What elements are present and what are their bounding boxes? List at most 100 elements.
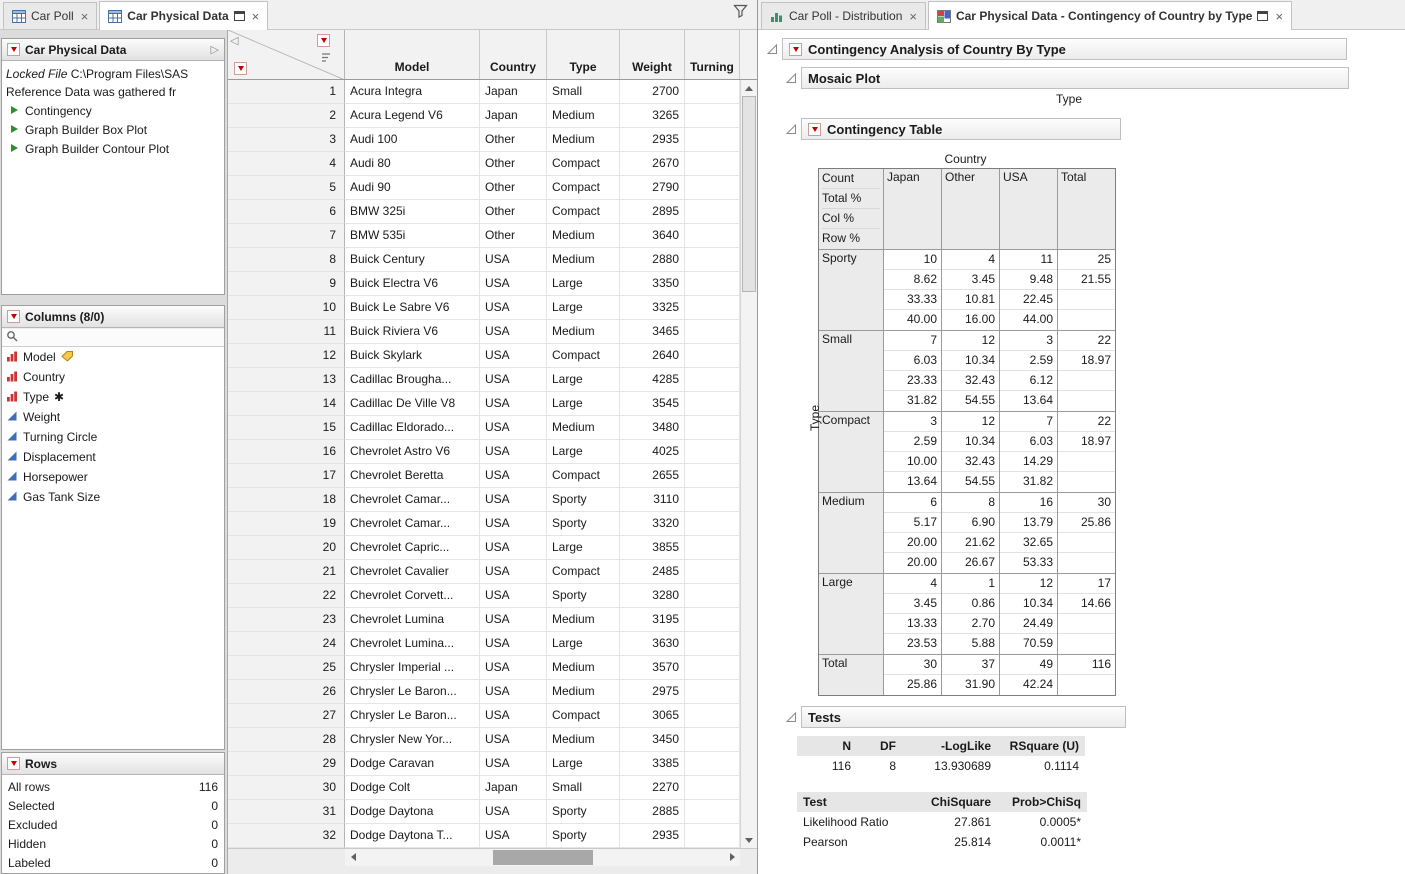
grid-cell[interactable]: Sporty	[547, 824, 620, 848]
table-script-0[interactable]: Contingency	[6, 101, 220, 120]
table-row[interactable]: 4Audi 80OtherCompact2670	[228, 152, 740, 176]
table-row[interactable]: 21Chevrolet CavalierUSACompact2485	[228, 560, 740, 584]
grid-cell[interactable]: USA	[480, 560, 547, 584]
column-item-horsepower[interactable]: Horsepower	[2, 467, 224, 487]
table-row[interactable]: 20Chevrolet Capric...USALarge3855	[228, 536, 740, 560]
columns-menu-icon[interactable]	[317, 34, 330, 47]
grid-cell[interactable]	[685, 728, 740, 752]
grid-cell[interactable]: Chevrolet Camar...	[345, 512, 480, 536]
grid-cell[interactable]: Chevrolet Lumina	[345, 608, 480, 632]
grid-cell[interactable]: USA	[480, 272, 547, 296]
mosaic-title-bar[interactable]: Mosaic Plot	[801, 67, 1349, 89]
grid-cell[interactable]: USA	[480, 584, 547, 608]
rows-stat-4[interactable]: Labeled0	[8, 853, 218, 872]
horizontal-scroll-track[interactable]	[361, 849, 724, 866]
columns-search-input[interactable]	[2, 328, 224, 347]
grid-cell[interactable]: Compact	[547, 464, 620, 488]
grid-cell[interactable]: 3450	[620, 728, 685, 752]
tests-title-bar[interactable]: Tests	[801, 706, 1126, 728]
grid-cell[interactable]	[685, 416, 740, 440]
grid-cell[interactable]: Compact	[547, 344, 620, 368]
column-item-weight[interactable]: Weight	[2, 407, 224, 427]
grid-cell[interactable]: Compact	[547, 200, 620, 224]
grid-cell[interactable]: 3385	[620, 752, 685, 776]
column-item-gas-tank-size[interactable]: Gas Tank Size	[2, 487, 224, 507]
table-row[interactable]: 1Acura IntegraJapanSmall2700	[228, 80, 740, 104]
grid-cell[interactable]: 3640	[620, 224, 685, 248]
table-row[interactable]: 7BMW 535iOtherMedium3640	[228, 224, 740, 248]
red-triangle-menu-icon[interactable]	[7, 43, 20, 56]
grid-cell[interactable]: 4025	[620, 440, 685, 464]
table-row[interactable]: 8Buick CenturyUSAMedium2880	[228, 248, 740, 272]
row-number[interactable]: 9	[228, 272, 345, 296]
table-row[interactable]: 24Chevrolet Lumina...USALarge3630	[228, 632, 740, 656]
vertical-scroll-track[interactable]	[741, 96, 757, 832]
grid-cell[interactable]: Compact	[547, 560, 620, 584]
scroll-up-icon[interactable]	[741, 80, 757, 96]
column-item-model[interactable]: Model	[2, 347, 224, 367]
grid-cell[interactable]: Buick Electra V6	[345, 272, 480, 296]
grid-cell[interactable]	[685, 392, 740, 416]
table-row[interactable]: 10Buick Le Sabre V6USALarge3325	[228, 296, 740, 320]
script-run-icon[interactable]	[10, 102, 19, 120]
close-icon[interactable]: ×	[909, 9, 917, 24]
grid-cell[interactable]: Small	[547, 776, 620, 800]
grid-cell[interactable]: Chevrolet Beretta	[345, 464, 480, 488]
table-row[interactable]: 30Dodge ColtJapanSmall2270	[228, 776, 740, 800]
grid-cell[interactable]: 3065	[620, 704, 685, 728]
grid-cell[interactable]: USA	[480, 680, 547, 704]
grid-cell[interactable]: USA	[480, 416, 547, 440]
grid-cell[interactable]: USA	[480, 536, 547, 560]
column-item-country[interactable]: Country	[2, 367, 224, 387]
grid-cell[interactable]	[685, 512, 740, 536]
table-row[interactable]: 31Dodge DaytonaUSASporty2885	[228, 800, 740, 824]
grid-cell[interactable]	[685, 440, 740, 464]
grid-cell[interactable]	[685, 752, 740, 776]
vertical-scroll-thumb[interactable]	[742, 96, 756, 292]
grid-cell[interactable]: 3570	[620, 656, 685, 680]
table-script-1[interactable]: Graph Builder Box Plot	[6, 120, 220, 139]
grid-cell[interactable]: Medium	[547, 656, 620, 680]
grid-cell[interactable]: Compact	[547, 704, 620, 728]
grid-cell[interactable]: Chevrolet Lumina...	[345, 632, 480, 656]
table-row[interactable]: 29Dodge CaravanUSALarge3385	[228, 752, 740, 776]
table-row[interactable]: 18Chevrolet Camar...USASporty3110	[228, 488, 740, 512]
grid-cell[interactable]: Dodge Caravan	[345, 752, 480, 776]
grid-cell[interactable]: Compact	[547, 176, 620, 200]
row-number[interactable]: 12	[228, 344, 345, 368]
grid-cell[interactable]: USA	[480, 824, 547, 848]
grid-cell[interactable]	[685, 584, 740, 608]
grid-cell[interactable]	[685, 296, 740, 320]
grid-cell[interactable]: Medium	[547, 248, 620, 272]
grid-cell[interactable]: BMW 325i	[345, 200, 480, 224]
grid-cell[interactable]: USA	[480, 488, 547, 512]
grid-cell[interactable]: 2975	[620, 680, 685, 704]
grid-cell[interactable]: BMW 535i	[345, 224, 480, 248]
column-item-displacement[interactable]: Displacement	[2, 447, 224, 467]
grid-cell[interactable]	[685, 800, 740, 824]
red-triangle-menu-icon[interactable]	[789, 43, 802, 56]
grid-cell[interactable]: Sporty	[547, 488, 620, 512]
scroll-right-icon[interactable]	[724, 849, 740, 865]
table-row[interactable]: 26Chrysler Le Baron...USAMedium2975	[228, 680, 740, 704]
table-script-2[interactable]: Graph Builder Contour Plot	[6, 139, 220, 158]
grid-cell[interactable]	[685, 368, 740, 392]
grid-cell[interactable]: USA	[480, 728, 547, 752]
grid-cell[interactable]	[685, 344, 740, 368]
grid-cell[interactable]	[685, 152, 740, 176]
scroll-down-icon[interactable]	[741, 832, 757, 848]
grid-cell[interactable]: Chrysler Le Baron...	[345, 680, 480, 704]
grid-cell[interactable]: 4285	[620, 368, 685, 392]
grid-cell[interactable]: 2895	[620, 200, 685, 224]
table-row[interactable]: 9Buick Electra V6USALarge3350	[228, 272, 740, 296]
rows-menu-icon[interactable]	[234, 62, 247, 75]
grid-cell[interactable]	[685, 200, 740, 224]
grid-cell[interactable]: Acura Integra	[345, 80, 480, 104]
grid-cell[interactable]: USA	[480, 392, 547, 416]
row-number[interactable]: 22	[228, 584, 345, 608]
rows-stat-2[interactable]: Excluded0	[8, 815, 218, 834]
grid-cell[interactable]: Large	[547, 440, 620, 464]
row-number[interactable]: 32	[228, 824, 345, 848]
grid-cell[interactable]: Other	[480, 224, 547, 248]
table-row[interactable]: 32Dodge Daytona T...USASporty2935	[228, 824, 740, 848]
